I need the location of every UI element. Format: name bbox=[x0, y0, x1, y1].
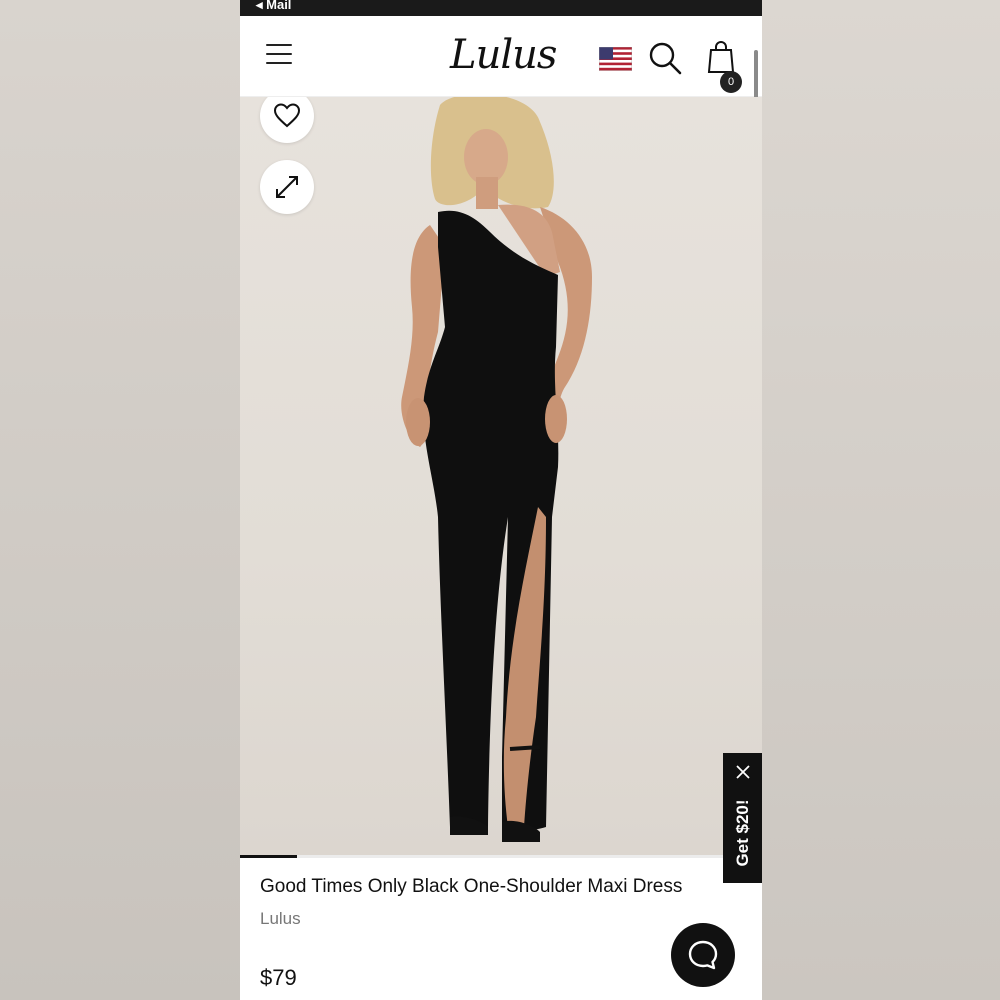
us-flag-icon[interactable] bbox=[599, 47, 632, 71]
get-20-promo-tab[interactable]: Get $20! bbox=[723, 753, 762, 883]
product-brand[interactable]: Lulus bbox=[260, 909, 301, 929]
expand-image-button[interactable] bbox=[260, 160, 314, 214]
model-in-dress-photo bbox=[401, 97, 592, 842]
lulus-logo[interactable]: Lulus bbox=[450, 32, 557, 78]
hamburger-menu-icon[interactable] bbox=[266, 44, 292, 64]
expand-arrows-icon bbox=[276, 176, 298, 198]
cart-count-badge: 0 bbox=[720, 71, 742, 93]
product-image[interactable] bbox=[240, 97, 762, 855]
chat-button[interactable] bbox=[671, 923, 735, 987]
search-icon[interactable] bbox=[648, 41, 682, 75]
chat-bubble-icon bbox=[688, 940, 718, 970]
site-header: Lulus 0 bbox=[240, 16, 762, 97]
product-price: $79 bbox=[260, 965, 297, 990]
image-carousel-progress-fill bbox=[240, 855, 298, 858]
background-right bbox=[762, 0, 1000, 1000]
promo-label: Get $20! bbox=[733, 799, 752, 867]
image-carousel-progress bbox=[240, 855, 762, 858]
product-title: Good Times Only Black One-Shoulder Maxi … bbox=[260, 876, 683, 897]
heart-icon bbox=[273, 103, 301, 128]
close-icon[interactable] bbox=[734, 763, 752, 781]
status-bar: ◂ Mail bbox=[240, 0, 762, 16]
phone-screen: ◂ Mail Lulus 0 Get $20! Good Times Only … bbox=[240, 0, 762, 1000]
back-to-mail-link[interactable]: ◂ Mail bbox=[256, 0, 291, 13]
background-left bbox=[0, 0, 240, 1000]
